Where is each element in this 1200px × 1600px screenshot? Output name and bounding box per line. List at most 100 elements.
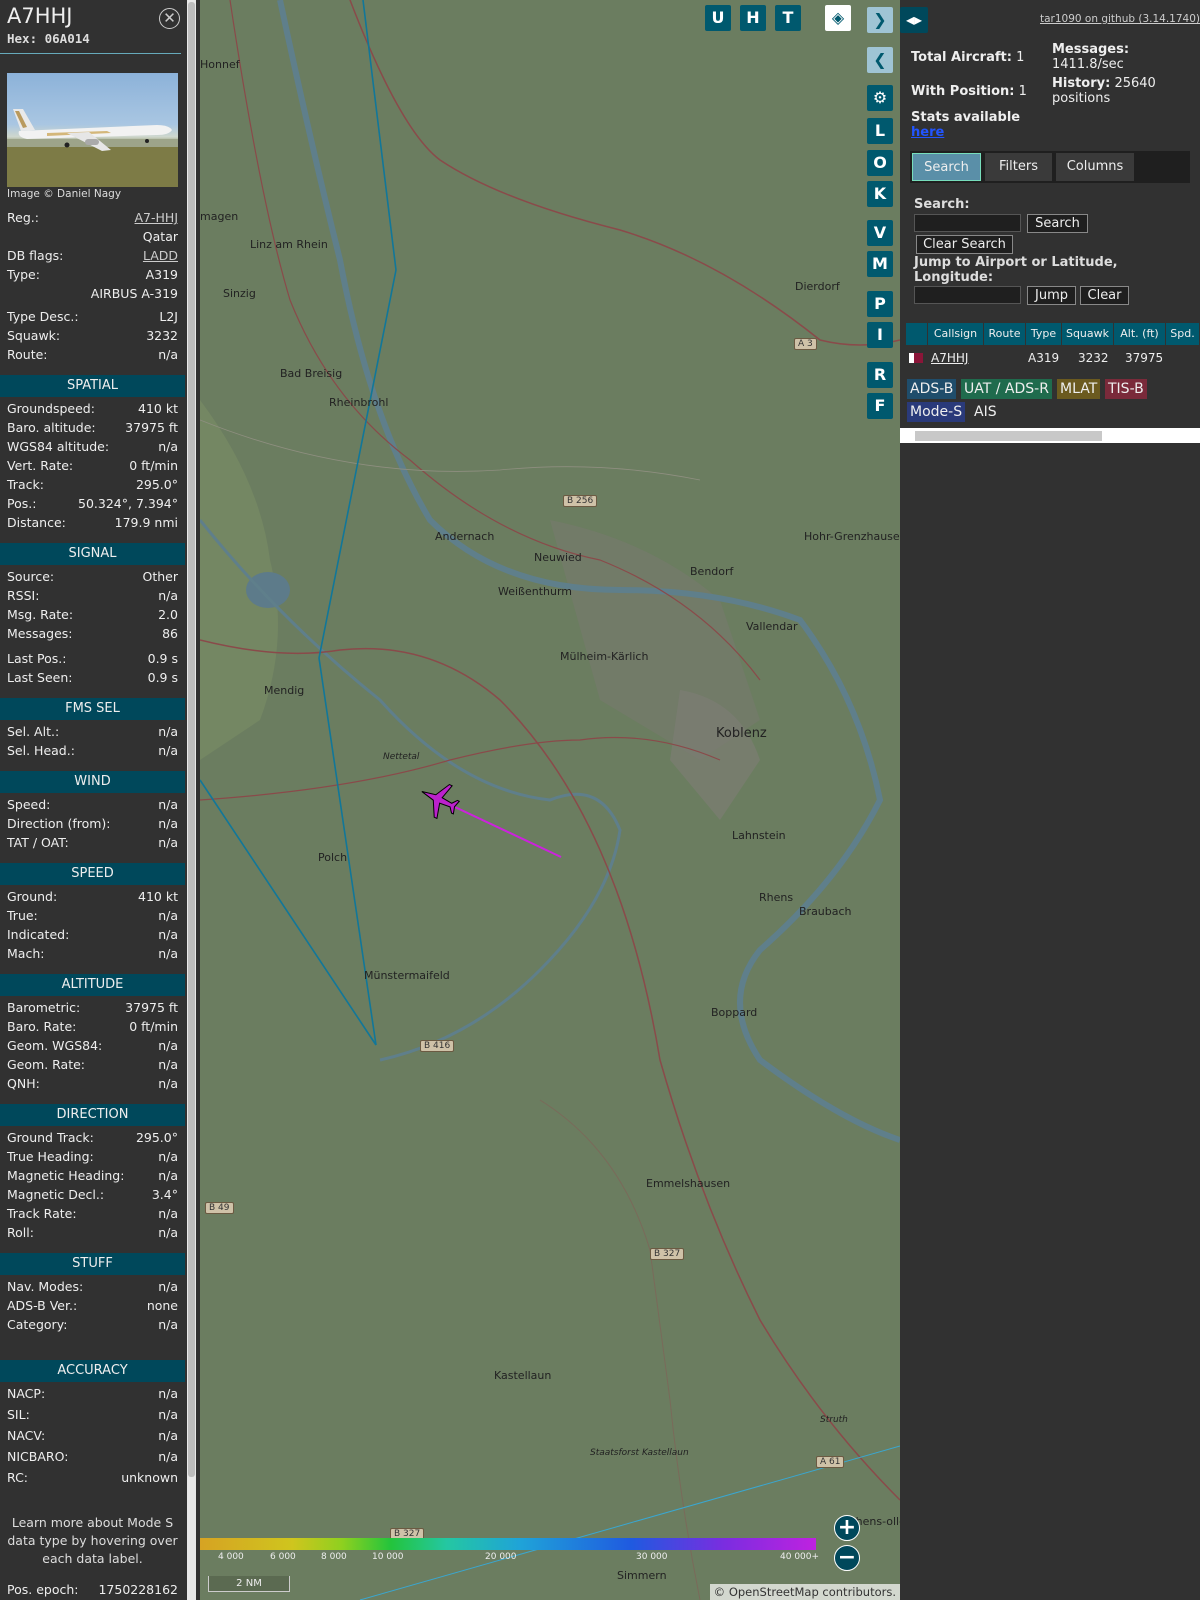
stuff-label[interactable]: Category: (7, 1317, 67, 1332)
tracks-button[interactable]: T (775, 5, 801, 31)
town-label: Emmelshausen (646, 1177, 731, 1190)
follow-button[interactable]: F (867, 393, 893, 419)
map-attribution[interactable]: © OpenStreetMap contributors. (709, 1584, 900, 1600)
accuracy-label[interactable]: RC: (7, 1470, 28, 1485)
speed-label[interactable]: Mach: (7, 946, 44, 961)
accuracy-label[interactable]: NICBARO: (7, 1449, 68, 1464)
column-speed[interactable]: Spd. (1166, 323, 1200, 345)
replay-button[interactable]: R (867, 362, 893, 388)
direction-label[interactable]: Magnetic Heading: (7, 1168, 124, 1183)
direction-label[interactable]: Magnetic Decl.: (7, 1187, 104, 1202)
column-route[interactable]: Route (984, 323, 1026, 345)
kml-button[interactable]: K (867, 181, 893, 207)
speed-value: 410 kt (138, 889, 178, 904)
column-callsign[interactable]: Callsign (928, 323, 984, 345)
signal-label[interactable]: RSSI: (7, 588, 39, 603)
direction-label[interactable]: Roll: (7, 1225, 34, 1240)
section-signal: SIGNAL (0, 543, 185, 565)
stats-link[interactable]: here (911, 125, 944, 140)
town-label: Bad Breisig (280, 367, 343, 380)
close-icon[interactable]: ✕ (159, 8, 180, 29)
reg-link[interactable]: A7-HHJ (135, 210, 179, 225)
row-callsign[interactable]: A7HHJ (931, 347, 968, 369)
chevron-right-icon[interactable]: ❯ (867, 7, 893, 33)
search-button[interactable]: Search (1027, 214, 1088, 233)
wind-label[interactable]: Speed: (7, 797, 50, 812)
toggle-layout-icon[interactable]: ◂▸ (900, 7, 928, 33)
chevron-left-icon[interactable]: ❮ (867, 47, 893, 73)
wind-label[interactable]: Direction (from): (7, 816, 111, 831)
altitude-label[interactable]: Baro. Rate: (7, 1019, 76, 1034)
column-altitude[interactable]: Alt. (ft) (1114, 323, 1166, 345)
wind-row: TAT / OAT: n/a (7, 835, 178, 853)
stuff-label[interactable]: Nav. Modes: (7, 1279, 83, 1294)
spatial-label[interactable]: Groundspeed: (7, 401, 95, 416)
altitude-label[interactable]: Barometric: (7, 1000, 80, 1015)
jump-input[interactable] (914, 286, 1021, 304)
country-value: Qatar (142, 229, 178, 244)
search-input[interactable] (914, 214, 1021, 232)
tab-search[interactable]: Search (912, 153, 981, 181)
speed-label[interactable]: True: (7, 908, 38, 923)
altitude-label[interactable]: Geom. WGS84: (7, 1038, 102, 1053)
fms-label[interactable]: Sel. Alt.: (7, 724, 59, 739)
clear-button[interactable]: Clear (1080, 286, 1129, 305)
column-squawk[interactable]: Squawk (1062, 323, 1114, 345)
zoom-in-button[interactable]: + (834, 1515, 860, 1541)
extended-labels-button[interactable]: O (867, 150, 893, 176)
spatial-label[interactable]: Vert. Rate: (7, 458, 73, 473)
direction-label[interactable]: Track Rate: (7, 1206, 77, 1221)
signal-label[interactable]: Messages: (7, 626, 73, 641)
accuracy-value: unknown (121, 1470, 178, 1485)
altitude-label[interactable]: Geom. Rate: (7, 1057, 85, 1072)
spatial-label[interactable]: Pos.: (7, 496, 36, 511)
multiselect-button[interactable]: M (867, 251, 893, 277)
section-wind: WIND (0, 771, 185, 793)
version-link[interactable]: tar1090 on github (3.14.1740) (1040, 13, 1200, 25)
zoom-out-button[interactable]: − (834, 1545, 860, 1571)
hide-button[interactable]: H (740, 5, 766, 31)
spatial-label[interactable]: Track: (7, 477, 44, 492)
gear-icon[interactable]: ⚙ (867, 85, 893, 111)
signal-value: n/a (158, 588, 178, 603)
table-row[interactable]: A7HHJ A319 3232 37975 (906, 347, 1200, 369)
view-button[interactable]: V (867, 220, 893, 246)
wind-label[interactable]: TAT / OAT: (7, 835, 69, 850)
altitude-row: Geom. Rate: n/a (7, 1057, 178, 1075)
tab-filters[interactable]: Filters (985, 153, 1052, 181)
dbflags-link[interactable]: LADD (143, 248, 178, 263)
column-type[interactable]: Type (1026, 323, 1062, 345)
direction-label[interactable]: True Heading: (7, 1149, 94, 1164)
altitude-label[interactable]: QNH: (7, 1076, 40, 1091)
accuracy-label[interactable]: NACP: (7, 1386, 45, 1401)
direction-label[interactable]: Ground Track: (7, 1130, 94, 1145)
sidebar-scrollbar-thumb[interactable] (188, 2, 195, 1477)
speed-label[interactable]: Ground: (7, 889, 57, 904)
table-scrollbar-thumb[interactable] (915, 431, 1102, 441)
labels-button[interactable]: L (867, 118, 893, 144)
persistence-button[interactable]: P (867, 291, 893, 317)
messages-value: 1411.8/sec (1052, 57, 1124, 72)
signal-label[interactable]: Last Seen: (7, 670, 72, 685)
map-view[interactable]: Honnef magen Linz am Rhein Sinzig Dierdo… (200, 0, 900, 1600)
signal-label[interactable]: Last Pos.: (7, 651, 66, 666)
tab-columns[interactable]: Columns (1056, 153, 1134, 181)
jump-button[interactable]: Jump (1027, 286, 1076, 305)
aircraft-photo[interactable] (7, 73, 178, 187)
clear-search-button[interactable]: Clear Search (916, 235, 1013, 254)
direction-row: Track Rate: n/a (7, 1206, 178, 1224)
signal-label[interactable]: Msg. Rate: (7, 607, 73, 622)
accuracy-label[interactable]: NACV: (7, 1428, 45, 1443)
signal-value: 86 (162, 626, 178, 641)
info-button[interactable]: I (867, 322, 893, 348)
spatial-label[interactable]: Baro. altitude: (7, 420, 96, 435)
layers-icon[interactable]: ◈ (825, 5, 851, 31)
fms-label[interactable]: Sel. Head.: (7, 743, 75, 758)
signal-label[interactable]: Source: (7, 569, 54, 584)
speed-label[interactable]: Indicated: (7, 927, 69, 942)
spatial-label[interactable]: Distance: (7, 515, 66, 530)
stuff-label[interactable]: ADS-B Ver.: (7, 1298, 77, 1313)
spatial-label[interactable]: WGS84 altitude: (7, 439, 109, 454)
accuracy-label[interactable]: SIL: (7, 1407, 30, 1422)
units-button[interactable]: U (705, 5, 731, 31)
